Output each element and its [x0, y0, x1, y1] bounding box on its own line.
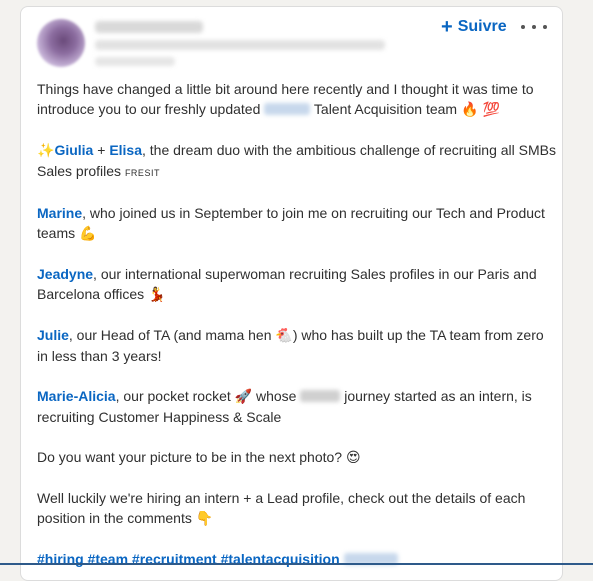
more-dot-icon	[543, 25, 547, 29]
rocket-emoji: 🚀	[234, 389, 253, 405]
sparkles-emoji: ✨	[37, 143, 55, 159]
company-name-blurred	[264, 103, 311, 115]
more-dot-icon	[521, 25, 525, 29]
marie-paragraph: Marie-Alicia, our pocket rocket 🚀 whose …	[37, 386, 557, 427]
marine-text: , who joined us in September to join me …	[37, 205, 545, 241]
duo-paragraph: ✨Giulia + Elisa, the dream duo with the …	[37, 140, 557, 183]
post-time-blurred	[95, 57, 175, 66]
plus-icon: +	[441, 16, 453, 38]
post-body: Things have changed a little bit around …	[37, 79, 557, 569]
author-avatar[interactable]	[37, 19, 85, 67]
marie-text: , our pocket rocket	[115, 388, 231, 404]
author-headline-blurred	[95, 40, 385, 50]
fire-hundred-emoji: 🔥 💯	[461, 102, 501, 118]
flag-tag: FRESIT	[124, 168, 160, 178]
muscle-emoji: 💪	[79, 226, 97, 242]
jeadyne-paragraph: Jeadyne, our international superwoman re…	[37, 264, 557, 305]
follow-button[interactable]: + Suivre	[441, 16, 507, 38]
more-dot-icon	[532, 25, 536, 29]
dancer-emoji: 💃	[148, 287, 166, 303]
marine-paragraph: Marine, who joined us in September to jo…	[37, 203, 557, 244]
jeadyne-text: , our international superwoman recruitin…	[37, 266, 537, 302]
company-name-blurred	[300, 390, 341, 402]
hiring-text: Well luckily we're hiring an intern + a …	[37, 490, 526, 526]
marie-text-mid: whose	[255, 388, 297, 404]
mention-elisa[interactable]: Elisa	[109, 142, 142, 158]
plus-text: +	[93, 142, 110, 158]
hen-emoji: 🐔	[275, 328, 293, 344]
more-options-button[interactable]	[521, 17, 547, 37]
mention-marie-alicia[interactable]: Marie-Alicia	[37, 388, 116, 404]
mention-julie[interactable]: Julie	[37, 327, 69, 343]
julie-text: , our Head of TA (and mama hen	[68, 327, 272, 343]
question-text: Do you want your picture to be in the ne…	[37, 449, 343, 465]
post-card: + Suivre Things have changed a little bi…	[20, 6, 563, 581]
follow-label: Suivre	[457, 18, 507, 35]
mention-jeadyne[interactable]: Jeadyne	[37, 266, 93, 282]
heart-eyes-emoji: 😍	[345, 450, 361, 466]
hashtags-paragraph: #hiring #team #recruitment #talentacquis…	[37, 549, 557, 569]
mention-marine[interactable]: Marine	[37, 205, 82, 221]
question-paragraph: Do you want your picture to be in the ne…	[37, 447, 557, 468]
pointing-down-emoji: 👇	[195, 511, 214, 527]
hiring-paragraph: Well luckily we're hiring an intern + a …	[37, 488, 557, 529]
author-name-blurred[interactable]	[95, 21, 203, 33]
bottom-divider	[0, 563, 593, 565]
julie-paragraph: Julie, our Head of TA (and mama hen 🐔) w…	[37, 325, 557, 366]
mention-giulia[interactable]: Giulia	[54, 142, 93, 158]
intro-team-text: Talent Acquisition team	[313, 101, 458, 117]
intro-paragraph: Things have changed a little bit around …	[37, 79, 557, 120]
